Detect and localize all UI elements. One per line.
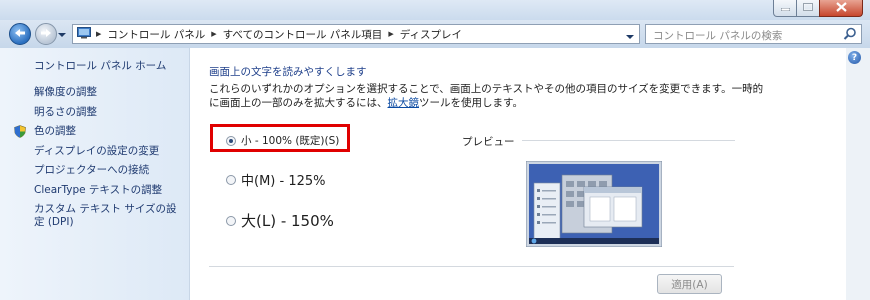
radio-button[interactable] [226,215,236,226]
minimize-button[interactable] [773,0,797,17]
help-icon[interactable]: ? [848,51,861,64]
sidebar-link-projector[interactable]: プロジェクターへの接続 [34,164,149,177]
breadcrumb-separator-icon[interactable]: ▶ [388,30,393,38]
close-button[interactable] [819,0,863,17]
option-large-150[interactable]: 大(L) - 150% [226,210,334,231]
description-text-end: ツールを使用します。 [419,97,523,109]
option-small-label: 小 - 100% (既定)(S) [241,135,340,147]
breadcrumb-separator-icon[interactable]: ▶ [211,30,216,38]
sidebar-link-display-settings[interactable]: ディスプレイの設定の変更 [34,145,159,158]
radio-button[interactable] [226,174,236,185]
preview-label: プレビュー [462,136,515,148]
page-title: 画面上の文字を読みやすくします [209,66,367,78]
magnifier-link[interactable]: 拡大鏡 [388,97,420,109]
page-description: これらのいずれかのオプションを選択することで、画面上のテキストやその他の項目のサ… [209,82,769,110]
maximize-icon [802,2,814,14]
sidebar-link-resolution[interactable]: 解像度の調整 [34,86,97,99]
address-bar[interactable]: ▶ コントロール パネル ▶ すべてのコントロール パネル項目 ▶ ディスプレイ… [72,24,706,44]
preview-divider [522,140,735,141]
close-icon [835,1,847,15]
breadcrumb-display[interactable]: ディスプレイ [400,27,462,42]
sidebar-link-cleartype[interactable]: ClearType テキストの調整 [34,184,162,197]
arrow-left-icon [14,28,26,41]
maximize-button[interactable] [796,0,820,17]
forward-button[interactable] [35,23,57,45]
sidebar-link-color[interactable]: 色の調整 [34,125,76,138]
preview-image [525,160,663,248]
shield-icon [14,125,26,141]
arrow-right-icon [40,28,52,41]
breadcrumb-control-panel[interactable]: コントロール パネル [107,27,205,42]
sidebar: コントロール パネル ホーム 解像度の調整 明るさの調整 色の調整 ディスプレイ… [0,48,190,300]
search-icon[interactable] [843,27,857,44]
option-medium-label: 中(M) - 125% [241,174,326,189]
search-box[interactable]: コントロール パネルの検索 [645,24,862,44]
minimize-icon [780,3,790,14]
option-small-100[interactable]: 小 - 100% (既定)(S) [226,133,339,148]
right-panel-edge [846,48,870,300]
option-large-label: 大(L) - 150% [241,212,334,230]
title-bar [0,0,870,20]
apply-button[interactable]: 適用(A) [657,274,722,294]
main-content: 画面上の文字を読みやすくします これらのいずれかのオプションを選択することで、画… [190,48,846,300]
sidebar-link-custom-dpi[interactable]: カスタム テキスト サイズの設定 (DPI) [34,203,186,229]
back-button[interactable] [9,23,31,45]
navigation-bar: ▶ コントロール パネル ▶ すべてのコントロール パネル項目 ▶ ディスプレイ… [0,20,870,48]
control-panel-icon [77,26,91,42]
sidebar-link-home[interactable]: コントロール パネル ホーム [34,60,166,73]
breadcrumb-separator-icon[interactable]: ▶ [96,30,101,38]
option-medium-125[interactable]: 中(M) - 125% [226,170,325,189]
search-input[interactable]: コントロール パネルの検索 [653,28,782,43]
recent-pages-dropdown-icon[interactable] [58,30,66,41]
breadcrumb-all-items[interactable]: すべてのコントロール パネル項目 [223,27,383,42]
address-dropdown-icon[interactable] [626,32,634,43]
radio-button-selected[interactable] [226,135,236,146]
sidebar-link-brightness[interactable]: 明るさの調整 [34,106,97,119]
bottom-divider [209,266,734,267]
